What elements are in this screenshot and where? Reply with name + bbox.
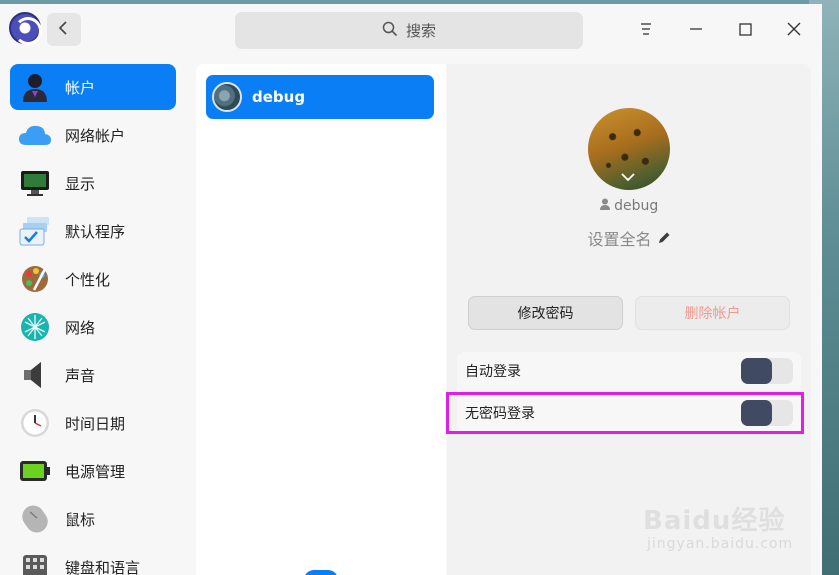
username-text: debug (614, 198, 659, 214)
search-input[interactable]: 搜索 (235, 12, 583, 49)
search-placeholder: 搜索 (405, 22, 436, 40)
speaker-icon (18, 358, 52, 392)
display-icon (18, 166, 52, 200)
auto-login-label: 自动登录 (465, 364, 521, 380)
auto-login-row: 自动登录 (457, 352, 801, 390)
add-user-button[interactable] (304, 570, 338, 575)
sidebar-item-sound[interactable]: 声音 (10, 352, 176, 398)
toggle-knob (741, 358, 772, 384)
sidebar-item-default-apps[interactable]: 默认程序 (10, 208, 176, 254)
sidebar-item-label: 默认程序 (65, 222, 126, 241)
sidebar-item-mouse[interactable]: 鼠标 (10, 496, 176, 542)
sidebar-item-personalization[interactable]: 个性化 (10, 256, 176, 302)
user-list-item[interactable]: debug (206, 75, 434, 119)
watermark-brand: Baidu经验 (643, 506, 786, 536)
sidebar-item-accounts[interactable]: 帐户 (10, 64, 176, 110)
sidebar-item-label: 鼠标 (65, 510, 96, 529)
minimize-icon[interactable] (683, 16, 709, 42)
sidebar-item-datetime[interactable]: 时间日期 (10, 400, 176, 446)
watermark-url: jingyan.baidu.com (647, 536, 794, 552)
palette-icon (18, 262, 52, 296)
maximize-icon[interactable] (732, 16, 758, 42)
sidebar-item-cloud-accounts[interactable]: 网络帐户 (10, 112, 176, 158)
pencil-icon[interactable] (657, 230, 671, 249)
sidebar-item-label: 个性化 (65, 270, 111, 289)
user-icon (599, 198, 614, 214)
sidebar-item-network[interactable]: 网络 (10, 304, 176, 350)
account-icon (18, 70, 52, 104)
sidebar-item-label: 网络 (65, 318, 96, 337)
sidebar-item-display[interactable]: 显示 (10, 160, 176, 206)
clock-icon (18, 406, 52, 440)
chevron-left-icon (58, 20, 70, 39)
delete-account-button[interactable]: 删除帐户 (635, 296, 790, 330)
mouse-icon (18, 502, 52, 536)
close-icon[interactable] (781, 16, 807, 42)
titlebar: 搜索 (0, 4, 822, 54)
username-label: debug (447, 198, 811, 214)
sidebar: 帐户 网络帐户 显示 默认程序 个性化 网络 声音 时间日期 电源管理 鼠标 键… (0, 54, 186, 575)
battery-icon (18, 454, 52, 488)
menu-icon[interactable] (633, 16, 659, 42)
keyboard-icon (18, 550, 52, 575)
sidebar-item-label: 时间日期 (65, 414, 126, 433)
avatar[interactable] (588, 108, 670, 190)
auto-login-toggle[interactable] (741, 358, 793, 384)
highlight-annotation (446, 392, 804, 434)
sidebar-item-label: 键盘和语言 (65, 558, 141, 575)
sidebar-item-label: 显示 (65, 174, 96, 193)
sidebar-item-label: 网络帐户 (65, 126, 126, 145)
user-name: debug (252, 88, 306, 106)
fullname-prompt: 设置全名 (587, 230, 652, 249)
change-password-button[interactable]: 修改密码 (468, 296, 623, 330)
app-logo (9, 12, 42, 45)
sidebar-item-label: 帐户 (65, 78, 96, 97)
network-icon (18, 310, 52, 344)
baidu-watermark: Baidu经验 jingyan.baidu.com (643, 482, 803, 562)
avatar (212, 82, 242, 112)
sidebar-item-label: 声音 (65, 366, 96, 385)
search-icon (382, 21, 406, 41)
sidebar-item-power[interactable]: 电源管理 (10, 448, 176, 494)
sidebar-item-keyboard[interactable]: 键盘和语言 (10, 544, 176, 575)
back-button[interactable] (47, 13, 81, 46)
cloud-icon (18, 118, 52, 152)
default-apps-icon (18, 214, 52, 248)
chevron-down-icon (621, 170, 635, 184)
user-list-panel: debug (196, 64, 446, 575)
sidebar-item-label: 电源管理 (65, 462, 126, 481)
fullname-edit[interactable]: 设置全名 (447, 226, 811, 250)
